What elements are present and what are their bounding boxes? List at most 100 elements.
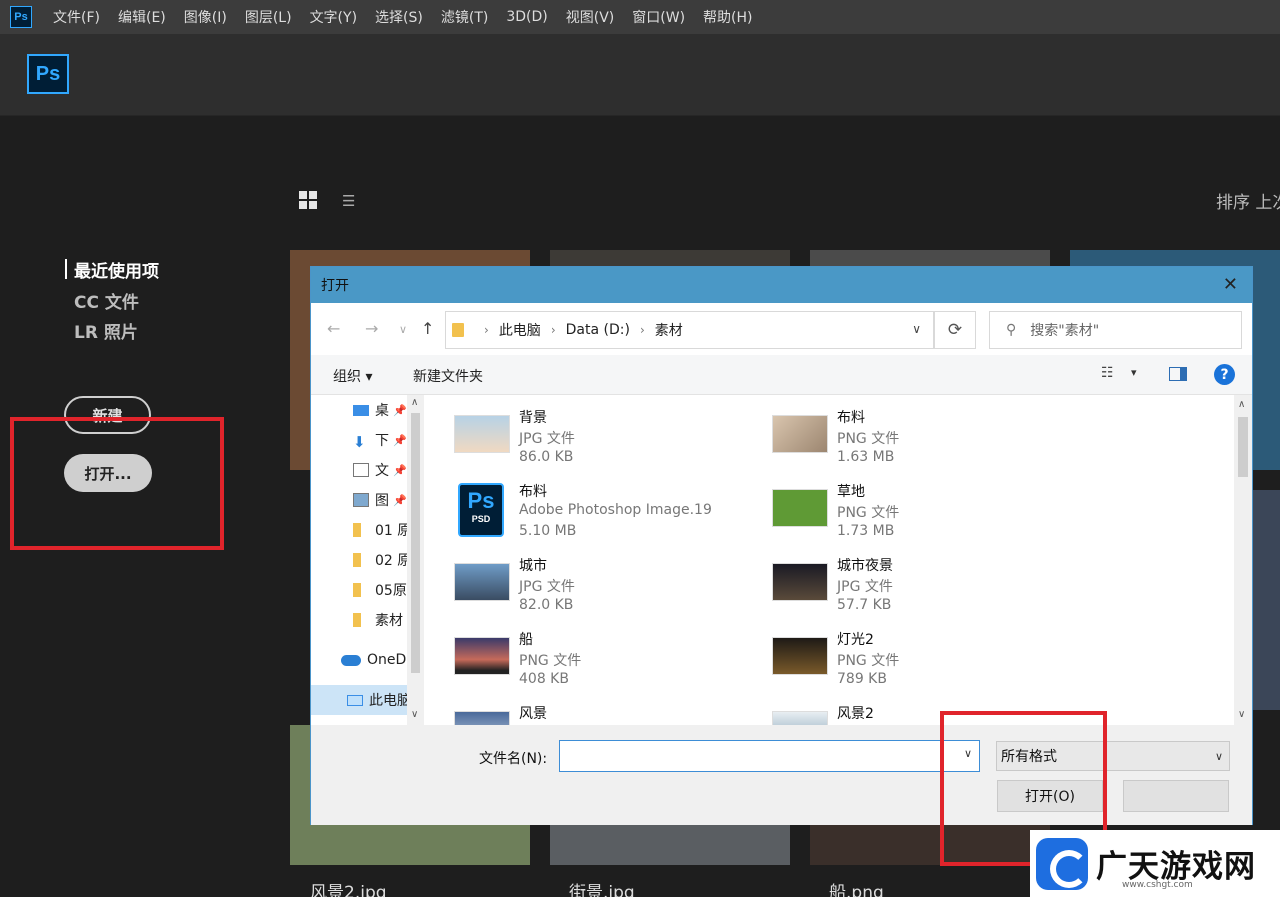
folder-icon [353,583,361,597]
breadcrumb[interactable]: › 此电脑 › Data (D:) › 素材 ∨ [445,311,934,349]
scrollbar-thumb[interactable] [1238,417,1248,477]
folder-icon [353,613,361,627]
close-icon[interactable]: ✕ [1223,274,1238,295]
menu-3d[interactable]: 3D(D) [506,9,547,25]
chevron-down-icon: ∨ [1214,750,1223,763]
pin-icon: 📌 [393,463,407,477]
file-thumbnail [772,563,828,601]
back-arrow-icon[interactable]: ← [327,319,340,338]
menu-help[interactable]: 帮助(H) [703,7,752,27]
pin-icon: 📌 [393,403,407,417]
refresh-icon: ⟳ [947,320,963,340]
cancel-button[interactable] [1123,780,1229,812]
nav-recent-files[interactable]: 最近使用项 [65,257,159,282]
pin-icon: 📌 [393,493,407,507]
document-icon [353,463,369,477]
picture-icon [353,493,369,507]
help-icon[interactable]: ? [1214,364,1235,385]
breadcrumb-item[interactable]: 素材 [655,320,683,340]
nav-scrollbar[interactable]: ∧ ∨ [407,395,424,725]
watermark-url: www.cshgt.com [1122,880,1193,890]
menu-bar: Ps 文件(F) 编辑(E) 图像(I) 图层(L) 文字(Y) 选择(S) 滤… [0,0,1280,34]
address-bar: ← → ∨ ↑ › 此电脑 › Data (D:) › 素材 ∨ ⟳ ⚲ 搜索"… [311,303,1252,355]
open-file-dialog: 打开 ✕ ← → ∨ ↑ › 此电脑 › Data (D:) › 素材 ∨ ⟳ … [310,266,1253,825]
search-icon: ⚲ [1006,322,1017,338]
file-item[interactable]: 船 PNG 文件 408 KB [424,617,724,689]
breadcrumb-item[interactable]: Data (D:) [566,322,630,338]
dialog-footer: 文件名(N): ∨ 所有格式 ∨ 打开(O) [311,725,1252,825]
pin-icon: 📌 [393,433,407,447]
menu-select[interactable]: 选择(S) [375,7,423,27]
file-thumbnail [454,563,510,601]
sort-label[interactable]: 排序 上次 [1216,188,1280,213]
file-thumbnail [454,637,510,675]
file-scrollbar[interactable]: ∧ ∨ [1234,395,1252,725]
preview-pane-icon[interactable] [1169,367,1187,381]
menu-file[interactable]: 文件(F) [53,7,100,27]
nav-cc-files[interactable]: CC 文件 [74,288,139,313]
watermark-logo-icon [1036,837,1088,890]
new-folder-button[interactable]: 新建文件夹 [413,366,483,386]
menu-layer[interactable]: 图层(L) [245,7,292,27]
search-placeholder: 搜索"素材" [1030,323,1100,339]
photoshop-app-icon: Ps [10,6,32,28]
folder-icon [353,553,361,567]
desktop-icon [353,404,369,416]
file-item[interactable]: 背景 JPG 文件 86.0 KB [424,395,724,467]
file-item[interactable]: 灯光2 PNG 文件 789 KB [742,617,1042,689]
forward-arrow-icon[interactable]: → [365,319,378,338]
file-item[interactable]: 城市 JPG 文件 82.0 KB [424,543,724,615]
recent-file-name[interactable]: 风景2.jpg [310,878,387,897]
file-item[interactable]: 布料 PNG 文件 1.63 MB [742,395,1042,467]
file-item[interactable]: Ps PSD 布料 Adobe Photoshop Image.19 5.10 M… [424,469,724,541]
file-thumbnail [772,489,828,527]
list-view-icon[interactable]: ☰ [342,193,362,209]
highlight-box-open [10,417,224,550]
scroll-up-icon[interactable]: ∧ [411,397,418,408]
nav-lr-photos[interactable]: LR 照片 [74,318,138,343]
recent-locations-icon[interactable]: ∨ [399,323,407,336]
chevron-down-icon[interactable]: ∨ [912,322,921,336]
recent-file-name[interactable]: 船.png [829,878,884,897]
computer-icon [347,694,363,706]
folder-icon [452,323,464,337]
file-thumbnail [772,415,828,453]
dialog-title: 打开 [321,278,349,294]
search-input[interactable]: ⚲ 搜索"素材" [989,311,1242,349]
photoshop-logo: Ps [27,54,69,94]
menu-window[interactable]: 窗口(W) [632,7,685,27]
organize-button[interactable]: 组织 ▾ [333,366,372,386]
menu-image[interactable]: 图像(I) [184,7,227,27]
file-list: 背景 JPG 文件 86.0 KB 布料 PNG 文件 1.63 MB Ps PS… [424,395,1234,725]
menu-view[interactable]: 视图(V) [566,7,615,27]
scroll-up-icon[interactable]: ∧ [1238,399,1245,410]
file-thumbnail [454,711,510,725]
file-item[interactable]: 风景 [424,691,724,725]
up-arrow-icon[interactable]: ↑ [421,319,434,338]
breadcrumb-item[interactable]: 此电脑 [499,320,541,340]
file-thumbnail [772,711,828,725]
file-item[interactable]: 草地 PNG 文件 1.73 MB [742,469,1042,541]
file-item[interactable]: 城市夜景 JPG 文件 57.7 KB [742,543,1042,615]
scrollbar-thumb[interactable] [411,413,420,673]
dialog-toolbar: 组织 ▾ 新建文件夹 ☷ ▾ ? [311,355,1252,395]
menu-edit[interactable]: 编辑(E) [118,7,166,27]
menu-filter[interactable]: 滤镜(T) [441,7,488,27]
filename-input[interactable] [559,740,980,772]
refresh-button[interactable]: ⟳ [934,311,976,349]
scroll-down-icon[interactable]: ∨ [411,709,418,720]
grid-view-icon[interactable] [299,191,317,209]
watermark: 广天游戏网 www.cshgt.com [1030,830,1280,897]
file-thumbnail [772,637,828,675]
download-icon: ⬇ [353,433,366,451]
psd-file-icon: Ps PSD [458,483,504,537]
menu-type[interactable]: 文字(Y) [310,7,357,27]
recent-file-name[interactable]: 街景.jpg [569,878,635,897]
file-thumbnail [454,415,510,453]
folder-icon [353,523,361,537]
change-view-icon[interactable]: ☷ [1101,365,1114,381]
filename-label: 文件名(N): [479,751,548,767]
onedrive-icon [341,654,361,666]
view-options-dropdown[interactable]: ▾ [1131,366,1137,379]
scroll-down-icon[interactable]: ∨ [1238,709,1245,720]
